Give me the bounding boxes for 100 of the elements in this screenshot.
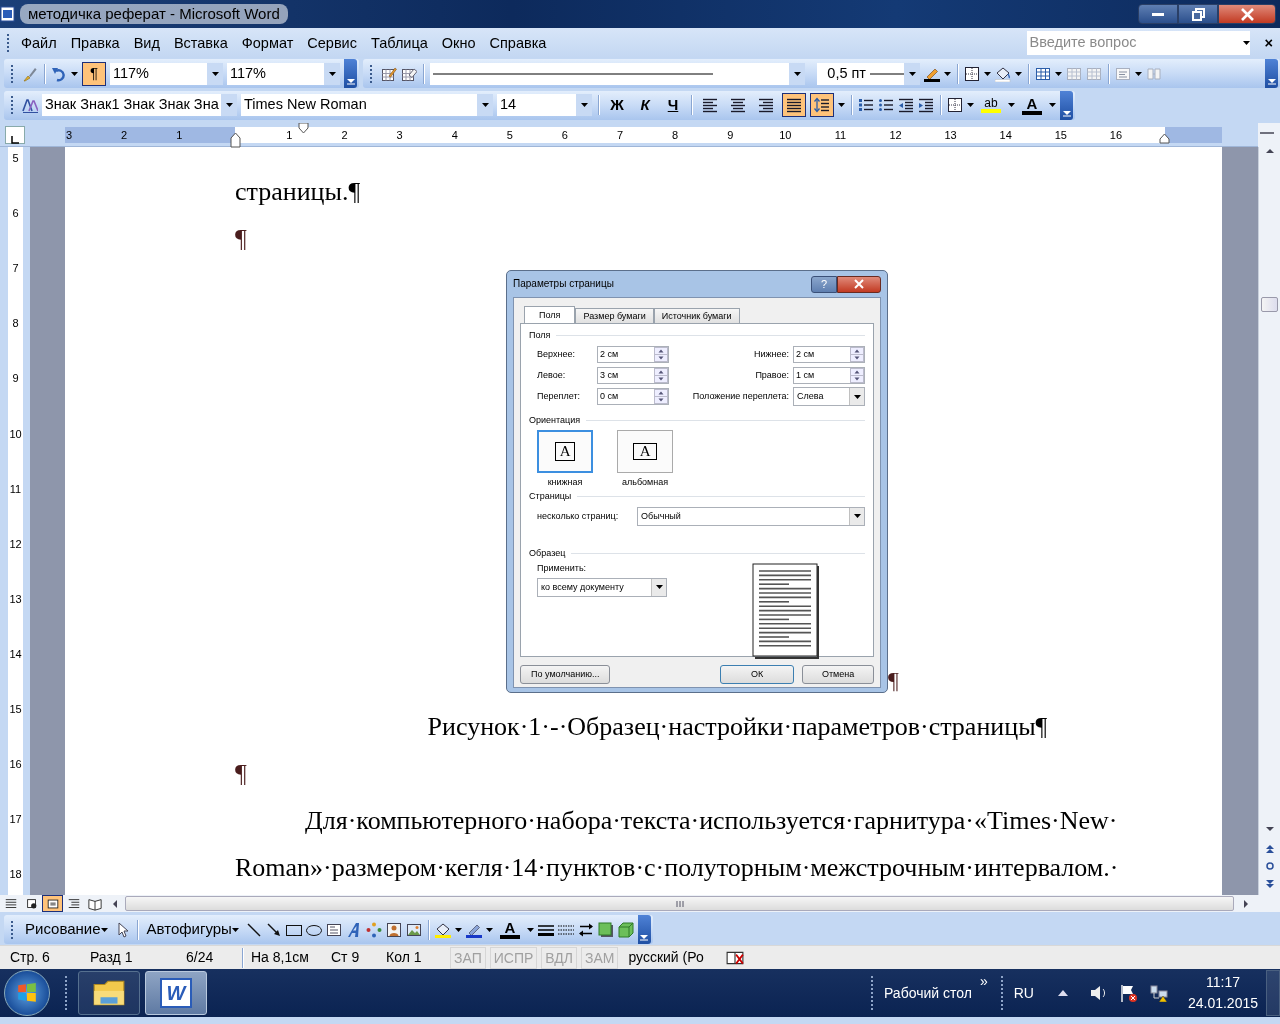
orientation-button[interactable]: A <box>617 429 674 473</box>
caret-icon[interactable] <box>967 103 974 107</box>
numbered-list-icon[interactable] <box>858 97 874 113</box>
dropdown-field[interactable]: Обычный <box>637 506 866 526</box>
menu-item[interactable]: Вид <box>126 28 167 58</box>
flag-alert-icon[interactable] <box>1119 984 1138 1002</box>
caret-icon[interactable] <box>793 71 801 76</box>
menu-item[interactable]: Таблица <box>363 28 435 58</box>
minimize-button[interactable] <box>1138 4 1178 24</box>
caret-icon[interactable] <box>853 394 861 399</box>
caret-icon[interactable] <box>853 514 861 519</box>
caret-icon[interactable] <box>454 927 462 932</box>
line-weight-dropdown[interactable]: 0,5 пт <box>817 62 920 85</box>
close-button[interactable] <box>1218 4 1276 24</box>
scroll-left-icon[interactable] <box>111 898 119 909</box>
dropdown-field[interactable]: ко всему документу <box>537 577 668 597</box>
network-warning-icon[interactable] <box>1149 984 1170 1002</box>
caret-icon[interactable] <box>485 927 493 932</box>
font-size-dropdown[interactable]: 14 <box>497 94 592 116</box>
indent-marker-icon[interactable] <box>1159 133 1170 144</box>
restore-button[interactable] <box>1178 4 1218 24</box>
zoom-dropdown[interactable]: 117% <box>227 62 340 85</box>
font-dropdown[interactable]: Times New Roman <box>241 94 493 116</box>
number-field[interactable]: 1 см <box>793 367 866 385</box>
toolbar-options-button[interactable] <box>1265 59 1278 88</box>
caret-icon[interactable] <box>1055 71 1062 76</box>
orientation-button[interactable]: A <box>537 429 594 473</box>
indent-marker-icon[interactable] <box>230 132 241 148</box>
caret-icon[interactable] <box>481 103 489 107</box>
caret-icon[interactable] <box>1015 71 1022 76</box>
highlight-button[interactable]: ab <box>978 93 1004 117</box>
fill-color-icon[interactable] <box>434 921 451 938</box>
font-color-button[interactable]: A <box>496 917 523 942</box>
undo-icon[interactable] <box>51 65 67 82</box>
dialog-tab[interactable]: Поля <box>524 306 576 323</box>
decrease-indent-icon[interactable] <box>898 97 914 113</box>
menu-item[interactable]: Вставка <box>166 28 235 58</box>
italic-button[interactable]: К <box>633 93 657 117</box>
dialog-tab[interactable]: Источник бумаги <box>653 308 740 323</box>
arrow-icon[interactable] <box>265 921 282 938</box>
speaker-icon[interactable] <box>1089 984 1106 1002</box>
number-field[interactable]: 0 см <box>597 388 670 406</box>
spin-arrows-icon[interactable] <box>654 368 669 384</box>
wordart-icon[interactable] <box>345 921 362 938</box>
line-icon[interactable] <box>245 921 262 938</box>
borders-icon[interactable] <box>947 97 963 113</box>
zoom-dropdown[interactable]: 117% <box>110 62 223 85</box>
taskbar-toolbar-label[interactable]: Рабочий стол <box>884 982 972 1004</box>
menu-item[interactable]: Справка <box>482 28 554 58</box>
increase-indent-icon[interactable] <box>918 97 934 113</box>
justify-button[interactable] <box>782 93 806 117</box>
clip-art-icon[interactable] <box>385 921 402 938</box>
caret-icon[interactable] <box>328 71 336 76</box>
close-document-button[interactable]: × <box>1257 28 1280 58</box>
style-dropdown[interactable]: Знак Знак1 Знак Знак Зна <box>42 94 237 116</box>
menu-item[interactable]: Файл <box>14 28 64 58</box>
diagram-icon[interactable] <box>365 921 382 938</box>
table-icon[interactable] <box>1035 65 1051 82</box>
caret-icon[interactable] <box>71 71 78 76</box>
number-field[interactable]: 3 см <box>597 367 670 385</box>
dropdown-field[interactable]: Слева <box>793 387 866 407</box>
show-hidden-icons-icon[interactable] <box>1057 989 1068 997</box>
browse-object-icon[interactable] <box>1264 861 1275 871</box>
cube-icon[interactable] <box>617 921 634 938</box>
caret-icon[interactable] <box>580 103 588 107</box>
spin-arrows-icon[interactable] <box>850 347 865 363</box>
caret-icon[interactable] <box>1008 103 1015 107</box>
dialog-button[interactable]: По умолчанию... <box>520 665 611 684</box>
number-field[interactable]: 2 см <box>793 346 866 364</box>
tab-selector-button[interactable] <box>5 126 25 144</box>
clock-date[interactable]: 24.01.2015 <box>1187 993 1258 1014</box>
drawing-menu-button[interactable]: Рисование <box>22 917 111 942</box>
next-page-icon[interactable] <box>1264 879 1275 889</box>
table-pencil-icon[interactable] <box>381 65 397 82</box>
line-style-dropdown[interactable] <box>430 62 805 85</box>
scroll-right-icon[interactable] <box>1242 898 1250 909</box>
formatting-marks-button[interactable]: ¶ <box>82 61 106 86</box>
caret-icon[interactable] <box>1135 71 1142 76</box>
autoshapes-menu-button[interactable]: Автофигуры <box>143 917 242 942</box>
caret-icon[interactable] <box>944 71 951 76</box>
toolbar-options-button[interactable] <box>637 915 651 944</box>
caret-icon[interactable] <box>655 585 663 590</box>
toolbar-options-button[interactable] <box>1060 90 1073 120</box>
spin-arrows-icon[interactable] <box>654 389 669 405</box>
caret-icon[interactable] <box>984 71 991 76</box>
number-field[interactable]: 2 см <box>597 346 670 364</box>
taskbar-app-button[interactable] <box>78 971 140 1015</box>
orientation-label[interactable]: книжная <box>547 476 583 488</box>
caret-icon[interactable] <box>231 927 239 932</box>
menu-item[interactable]: Сервис <box>300 28 364 58</box>
menu-item[interactable]: Правка <box>63 28 127 58</box>
scroll-down-icon[interactable] <box>1264 825 1275 833</box>
clock-time[interactable]: 11:17 <box>1205 972 1240 993</box>
caret-icon[interactable] <box>1242 41 1250 45</box>
spin-arrows-icon[interactable] <box>654 347 669 363</box>
shadow-icon[interactable] <box>597 921 614 938</box>
text-box-icon[interactable] <box>325 921 342 938</box>
toolbar-chevron[interactable]: » <box>979 971 988 992</box>
paint-bucket-icon[interactable] <box>995 65 1011 82</box>
print-layout-button[interactable] <box>42 895 63 912</box>
